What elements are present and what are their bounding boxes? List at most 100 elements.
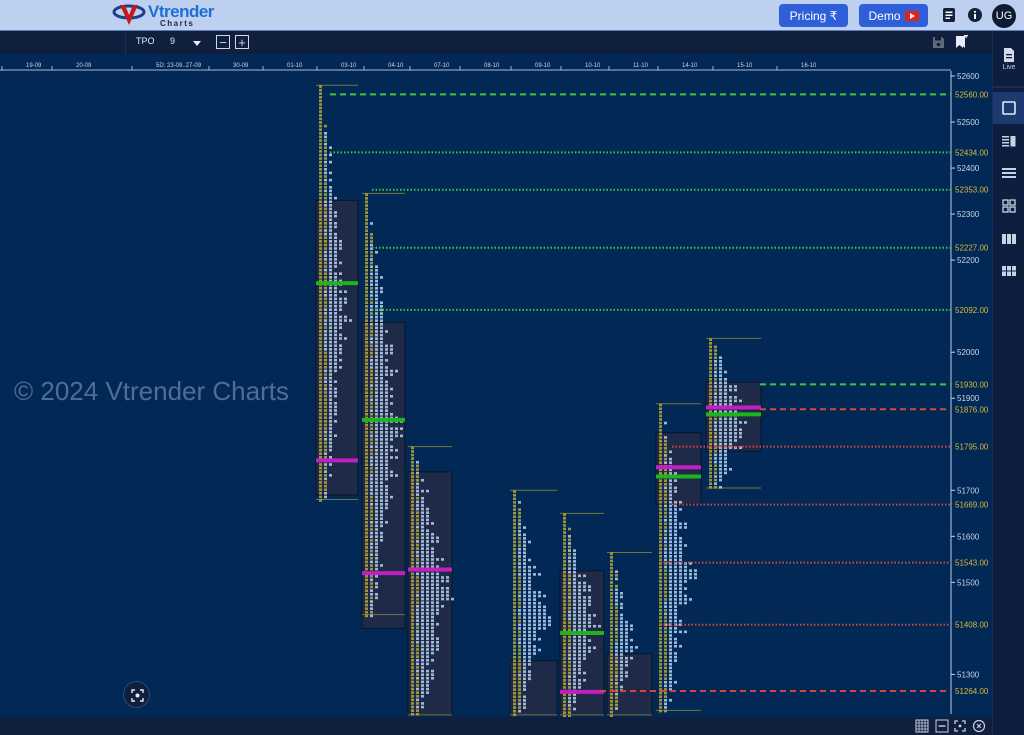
tpo-letter: [329, 405, 332, 409]
tpo-letter: [334, 308, 337, 312]
tpo-letter: [385, 412, 388, 416]
fit-screen-icon: [131, 689, 144, 702]
save-icon[interactable]: [932, 36, 945, 49]
zoom-out-button[interactable]: −: [216, 35, 230, 49]
sidebar-item-list-layout[interactable]: [993, 125, 1024, 157]
tpo-letter: [610, 682, 613, 685]
sidebar-item-single-layout[interactable]: [993, 92, 1024, 124]
tpo-letter: [319, 135, 322, 139]
tpo-letter: [659, 684, 662, 688]
chart-type-select[interactable]: TPO: [136, 36, 155, 46]
tpo-letter: [339, 326, 342, 330]
sidebar-item-grid-3x2-layout[interactable]: [993, 255, 1024, 287]
tpo-letter: [625, 620, 628, 624]
tpo-letter: [615, 642, 618, 646]
period-dropdown-chevron-icon[interactable]: [193, 41, 201, 46]
tpo-letter: [669, 612, 672, 616]
tpo-letter: [674, 598, 677, 601]
tpo-letter: [664, 630, 667, 634]
tpo-letter: [669, 558, 672, 562]
close-circle-icon[interactable]: [972, 719, 986, 733]
tpo-letter: [324, 182, 327, 186]
tpo-letter: [324, 470, 327, 474]
tpo-letter: [380, 286, 383, 290]
tpo-letter: [446, 590, 449, 594]
tpo-letter: [664, 659, 667, 662]
tpo-letter: [385, 448, 388, 452]
poc-line: [316, 281, 358, 286]
tpo-letter: [523, 558, 526, 562]
tpo-letter: [324, 204, 327, 207]
tpo-letter: [329, 373, 332, 376]
tpo-letter: [370, 427, 373, 430]
tpo-letter: [729, 424, 732, 428]
tpo-letter: [563, 574, 566, 578]
tpo-letter: [375, 297, 378, 301]
tpo-letter: [513, 666, 516, 670]
tpo-letter: [385, 402, 388, 405]
tpo-letter: [426, 536, 429, 540]
fit-screen-button[interactable]: [123, 681, 150, 708]
tpo-letter: [416, 561, 419, 565]
tpo-letter: [583, 610, 586, 614]
tpo-letter: [620, 646, 623, 649]
notes-icon[interactable]: [941, 7, 957, 23]
top-navigation-bar: Vtrender Charts Pricing ₹ Demo UG: [0, 0, 1024, 31]
sidebar-item-rows-layout[interactable]: [993, 157, 1024, 189]
tpo-letter: [669, 533, 672, 536]
x-tick-label: 19-09: [26, 63, 42, 69]
grid-toggle-icon[interactable]: [915, 719, 929, 733]
zoom-in-button[interactable]: +: [235, 35, 249, 49]
tpo-letter: [319, 117, 322, 121]
tpo-letter: [370, 344, 373, 348]
info-icon[interactable]: [967, 7, 983, 23]
sidebar-item-grid-layout[interactable]: [993, 190, 1024, 222]
user-avatar[interactable]: UG: [992, 4, 1016, 28]
tpo-letter: [709, 345, 712, 349]
tpo-letter: [416, 583, 419, 586]
tpo-letter: [523, 630, 526, 634]
tpo-letter: [370, 258, 373, 261]
sidebar-item-columns-layout[interactable]: [993, 223, 1024, 255]
tpo-letter: [578, 581, 581, 585]
tpo-letter: [411, 669, 414, 673]
sidebar-item-live[interactable]: Live: [993, 39, 1024, 79]
tpo-letter: [375, 319, 378, 322]
tpo-letter: [416, 626, 419, 630]
tpo-letter: [375, 391, 378, 394]
bookmark-add-icon[interactable]: [955, 35, 968, 49]
tpo-letter: [684, 576, 687, 580]
tpo-letter: [669, 670, 672, 673]
fullscreen-focus-icon[interactable]: [953, 719, 967, 733]
tpo-letter: [370, 513, 373, 517]
tpo-letter: [709, 374, 712, 377]
letters-toggle-icon[interactable]: [935, 719, 949, 733]
tpo-letter: [578, 646, 581, 650]
tpo-letter: [324, 186, 327, 189]
tpo-letter: [573, 610, 576, 614]
tpo-letter: [319, 380, 322, 384]
y-tick-label: 52400: [957, 164, 980, 173]
tpo-letter: [719, 377, 722, 381]
tpo-letter: [380, 484, 383, 488]
tpo-letter: [664, 554, 667, 558]
tpo-letter: [659, 580, 662, 583]
tpo-letter: [324, 430, 327, 434]
tpo-letter: [375, 434, 378, 438]
tpo-letter: [563, 592, 566, 596]
period-value[interactable]: 9: [170, 36, 175, 46]
vtrender-logo[interactable]: Vtrender Charts: [112, 3, 214, 29]
poc-line: [560, 630, 604, 635]
tpo-letter: [523, 551, 526, 555]
tpo-letter: [390, 387, 393, 391]
tpo-letter: [416, 471, 419, 475]
tpo-letter: [543, 605, 546, 609]
demo-button[interactable]: Demo: [859, 4, 928, 27]
tpo-letter: [563, 671, 566, 675]
tpo-letter: [669, 522, 672, 526]
tpo-letter: [324, 351, 327, 355]
tpo-letter: [620, 685, 623, 689]
tpo-letter: [724, 403, 727, 406]
pricing-button[interactable]: Pricing ₹: [779, 4, 848, 27]
tpo-letter: [513, 562, 516, 565]
